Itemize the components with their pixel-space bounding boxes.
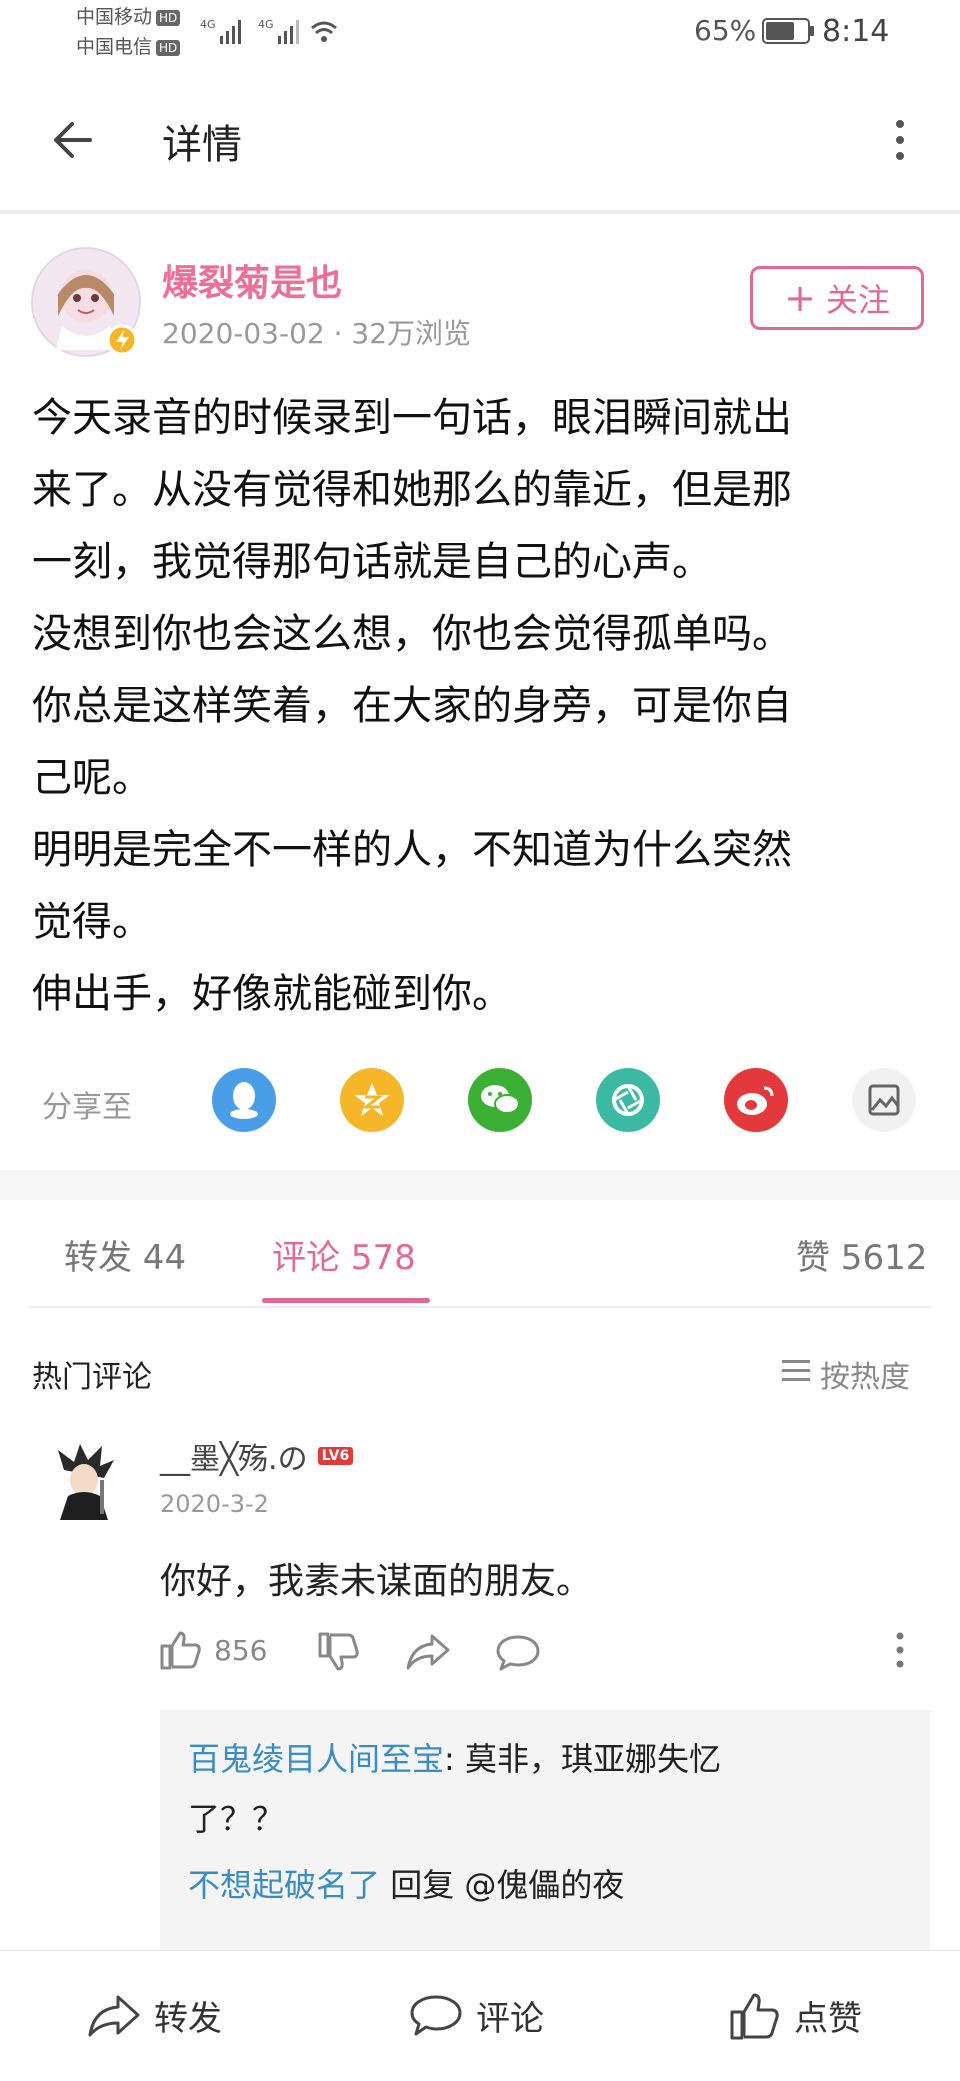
- reply-user[interactable]: 百鬼绫目人间至宝: [188, 1740, 444, 1778]
- reply-item-continued: 了？？: [188, 1800, 285, 1838]
- bottom-repost-button[interactable]: 转发: [88, 1991, 222, 2040]
- page-title: 详情: [162, 122, 242, 168]
- moments-icon[interactable]: [596, 1068, 660, 1132]
- bottom-like-label: 点赞: [794, 1999, 862, 2039]
- bottom-like-button[interactable]: 点赞: [730, 1991, 862, 2040]
- post-line: 明明是完全不一样的人，不知道为什么突然: [32, 827, 792, 873]
- comment-like-button[interactable]: 856: [160, 1630, 267, 1670]
- comment-text: 你好，我素未谋面的朋友。: [160, 1561, 593, 1602]
- reply-box[interactable]: 百鬼绫目人间至宝: 莫非，琪亚娜失忆 了？？ 不想起破名了 回复 @傀儡的夜: [160, 1710, 930, 1950]
- tab-comment[interactable]: 评论 578: [272, 1230, 416, 1279]
- post-line: 你总是这样笑着，在大家的身旁，可是你自: [32, 683, 792, 729]
- commenter-avatar[interactable]: [44, 1440, 124, 1520]
- reply-user[interactable]: 不想起破名了: [188, 1866, 380, 1904]
- reply-bubble-icon[interactable]: [496, 1634, 540, 1676]
- avatar[interactable]: [30, 246, 142, 358]
- battery-icon: [762, 18, 816, 48]
- back-arrow-icon[interactable]: [46, 112, 102, 168]
- sort-button[interactable]: 按热度: [782, 1352, 910, 1396]
- active-tab-indicator: [262, 1298, 430, 1303]
- reply-text: : 莫非，琪亚娜失忆: [444, 1740, 721, 1778]
- thumbs-down-icon[interactable]: [318, 1632, 360, 1676]
- carrier-1: 中国移动 HD: [76, 6, 181, 28]
- like-icon: [730, 1993, 779, 2039]
- post-line: 己呢。: [32, 755, 152, 801]
- bottom-action-bar: 转发 评论 点赞: [0, 1950, 960, 2081]
- follow-button[interactable]: + 关注: [750, 266, 924, 330]
- battery-percent: 65%: [694, 14, 757, 47]
- plus-icon: +: [784, 276, 816, 320]
- thumbs-up-icon: [160, 1631, 201, 1670]
- reply-item: 不想起破名了 回复 @傀儡的夜: [188, 1856, 624, 1914]
- header-divider: [0, 210, 960, 214]
- svg-text:4G: 4G: [200, 18, 216, 31]
- post-line: 一刻，我觉得那句话就是自己的心声。: [32, 539, 712, 585]
- bottom-repost-label: 转发: [154, 1999, 222, 2039]
- signal-icon: 4G 4G: [200, 14, 340, 54]
- repost-icon: [88, 1995, 140, 2036]
- tab-repost[interactable]: 转发 44: [64, 1230, 186, 1279]
- post-line: 来了。从没有觉得和她那么的靠近，但是那: [32, 467, 792, 513]
- post-body: 今天录音的时候录到一句话，眼泪瞬间就出 来了。从没有觉得和她那么的靠近，但是那 …: [32, 382, 932, 1030]
- post-line: 没想到你也会这么想，你也会觉得孤单吗。: [32, 611, 792, 657]
- comment-date: 2020-3-2: [160, 1490, 269, 1518]
- qq-icon[interactable]: [212, 1068, 276, 1132]
- level-badge: LV6: [317, 1447, 354, 1465]
- save-image-icon[interactable]: [852, 1068, 916, 1132]
- carrier-2: 中国电信 HD: [76, 36, 181, 58]
- bottom-comment-label: 评论: [476, 1999, 544, 2039]
- reply-item: 百鬼绫目人间至宝: 莫非，琪亚娜失忆: [188, 1730, 721, 1788]
- list-icon: [782, 1357, 810, 1392]
- bottom-comment-button[interactable]: 评论: [410, 1991, 544, 2040]
- commenter-name[interactable]: __墨╳殇.の: [160, 1434, 308, 1478]
- follow-label: 关注: [825, 281, 890, 319]
- weibo-icon[interactable]: [724, 1068, 788, 1132]
- app-header: 详情: [0, 70, 960, 210]
- comment-more-icon[interactable]: [888, 1630, 912, 1674]
- post-line: 伸出手，好像就能碰到你。: [32, 971, 512, 1017]
- like-count: 856: [214, 1633, 268, 1667]
- share-label: 分享至: [42, 1090, 132, 1125]
- tabs-divider: [30, 1306, 930, 1308]
- sort-label: 按热度: [820, 1360, 910, 1395]
- post-line: 觉得。: [32, 899, 152, 945]
- comment-icon: [410, 1995, 462, 2035]
- qzone-icon[interactable]: [340, 1068, 404, 1132]
- reply-text: 回复 @傀儡的夜: [380, 1866, 625, 1904]
- section-gap: [0, 1170, 960, 1200]
- share-arrow-icon[interactable]: [406, 1632, 450, 1676]
- post-line: 今天录音的时候录到一句话，眼泪瞬间就出: [32, 395, 792, 441]
- commenter-row: __墨╳殇.の LV6: [160, 1434, 354, 1478]
- status-bar: 中国移动 HD 中国电信 HD 4G 4G 65% 8:14: [0, 0, 960, 70]
- wechat-icon[interactable]: [468, 1068, 532, 1132]
- more-vertical-icon[interactable]: [880, 114, 920, 166]
- tab-like[interactable]: 赞 5612: [796, 1230, 927, 1279]
- clock: 8:14: [822, 14, 890, 49]
- post-meta: 2020-03-02 · 32万浏览: [162, 317, 472, 350]
- svg-text:4G: 4G: [258, 18, 274, 31]
- hot-comments-title: 热门评论: [32, 1360, 152, 1395]
- author-name[interactable]: 爆裂菊是也: [162, 254, 342, 306]
